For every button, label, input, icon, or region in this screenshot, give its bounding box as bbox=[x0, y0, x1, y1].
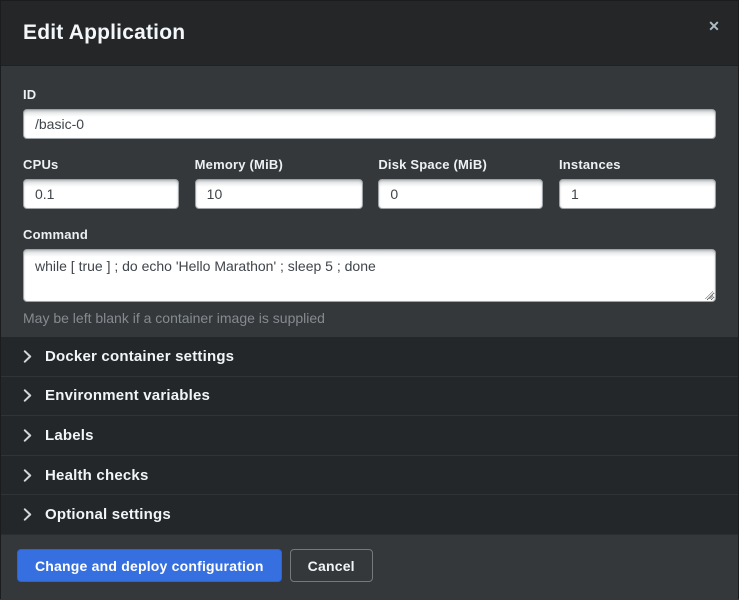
modal-title: Edit Application bbox=[23, 21, 185, 45]
command-label: Command bbox=[23, 227, 716, 243]
section-docker-container-settings[interactable]: Docker container settings bbox=[1, 337, 738, 376]
cpus-input[interactable] bbox=[23, 179, 179, 209]
form-body: ID CPUs Memory (MiB) Disk Space (MiB) In… bbox=[1, 66, 738, 337]
section-environment-variables[interactable]: Environment variables bbox=[1, 376, 738, 416]
accordion: Docker container settings Environment va… bbox=[1, 337, 738, 534]
id-input[interactable] bbox=[23, 109, 716, 139]
deploy-button[interactable]: Change and deploy configuration bbox=[17, 549, 282, 582]
edit-application-modal: Edit Application ✕ ID CPUs Memory (MiB) … bbox=[0, 0, 739, 599]
memory-label: Memory (MiB) bbox=[195, 157, 363, 173]
instances-input[interactable] bbox=[559, 179, 716, 209]
section-labels[interactable]: Labels bbox=[1, 415, 738, 455]
section-label: Labels bbox=[45, 427, 94, 444]
chevron-right-icon bbox=[23, 508, 32, 521]
chevron-right-icon bbox=[23, 429, 32, 442]
disk-label: Disk Space (MiB) bbox=[378, 157, 543, 173]
chevron-right-icon bbox=[23, 389, 32, 402]
section-optional-settings[interactable]: Optional settings bbox=[1, 494, 738, 534]
section-label: Health checks bbox=[45, 467, 148, 484]
chevron-right-icon bbox=[23, 350, 32, 363]
command-textarea[interactable]: while [ true ] ; do echo 'Hello Marathon… bbox=[23, 249, 716, 302]
close-icon[interactable]: ✕ bbox=[703, 15, 725, 37]
chevron-right-icon bbox=[23, 469, 32, 482]
disk-input[interactable] bbox=[378, 179, 543, 209]
instances-field-group: Instances bbox=[559, 157, 716, 209]
modal-footer: Change and deploy configuration Cancel bbox=[1, 534, 738, 600]
instances-label: Instances bbox=[559, 157, 716, 173]
resources-row: CPUs Memory (MiB) Disk Space (MiB) Insta… bbox=[23, 157, 716, 209]
section-label: Docker container settings bbox=[45, 348, 234, 365]
section-health-checks[interactable]: Health checks bbox=[1, 455, 738, 495]
section-label: Optional settings bbox=[45, 506, 171, 523]
section-label: Environment variables bbox=[45, 387, 210, 404]
cancel-button[interactable]: Cancel bbox=[290, 549, 373, 582]
cpus-label: CPUs bbox=[23, 157, 179, 173]
memory-input[interactable] bbox=[195, 179, 363, 209]
id-field-group: ID bbox=[23, 87, 716, 139]
command-field-group: Command while [ true ] ; do echo 'Hello … bbox=[23, 227, 716, 326]
command-helper-text: May be left blank if a container image i… bbox=[23, 310, 716, 326]
modal-header: Edit Application ✕ bbox=[1, 1, 738, 66]
disk-field-group: Disk Space (MiB) bbox=[378, 157, 543, 209]
cpus-field-group: CPUs bbox=[23, 157, 179, 209]
id-label: ID bbox=[23, 87, 716, 103]
memory-field-group: Memory (MiB) bbox=[195, 157, 363, 209]
